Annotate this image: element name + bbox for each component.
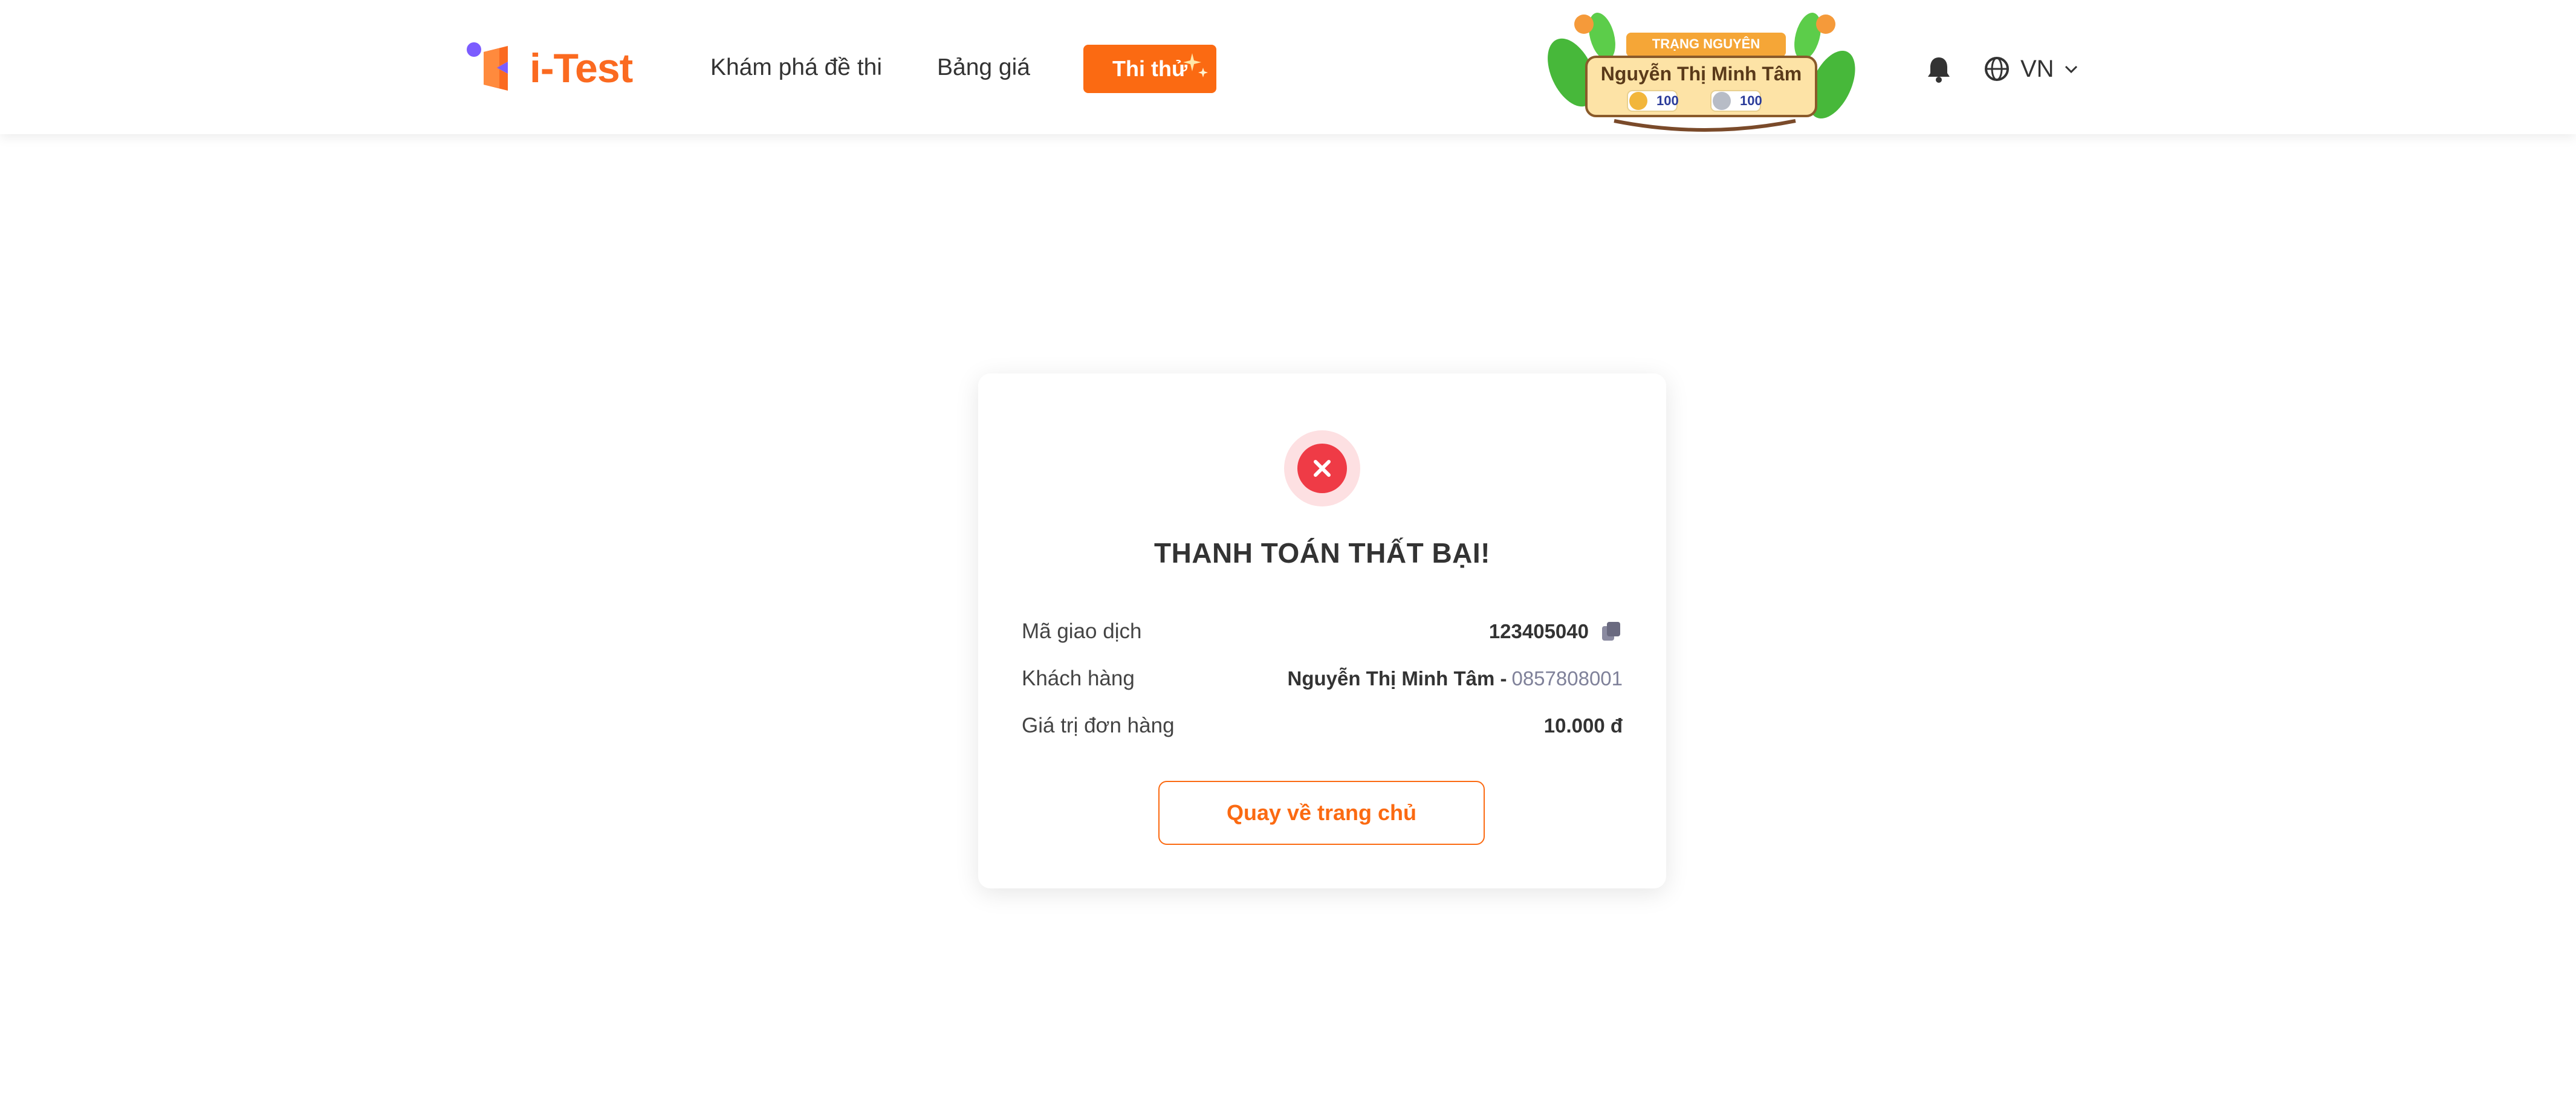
order-value-amount: 10.000 đ bbox=[1543, 714, 1623, 737]
transaction-id-label: Mã giao dịch bbox=[1022, 619, 1142, 643]
language-selector[interactable]: VN bbox=[1984, 52, 2080, 86]
customer-name-value: Nguyễn Thị Minh Tâm - bbox=[1287, 667, 1507, 690]
badge-user-name: Nguyễn Thị Minh Tâm bbox=[1600, 63, 1802, 85]
trial-exam-label: Thi thử bbox=[1112, 56, 1188, 81]
logo-mark-icon bbox=[467, 42, 508, 91]
order-value-label: Giá trị đơn hàng bbox=[1022, 714, 1175, 737]
trial-exam-button[interactable]: Thi thử bbox=[1083, 45, 1216, 93]
chevron-down-icon bbox=[2065, 65, 2077, 74]
badge-rank-title: TRẠNG NGUYÊN bbox=[1652, 36, 1760, 51]
brand-logo[interactable]: i-Test bbox=[466, 41, 633, 95]
bell-icon[interactable] bbox=[1926, 56, 1951, 83]
customer-phone-value: 0857808001 bbox=[1511, 667, 1623, 690]
customer-label: Khách hàng bbox=[1022, 667, 1135, 690]
back-to-home-button[interactable]: Quay về trang chủ bbox=[1158, 781, 1485, 845]
user-rank-badge[interactable]: TRẠNG NGUYÊN Nguyễn Thị Minh Tâm 100 100 bbox=[1548, 0, 1862, 134]
gold-coin-count: 100 bbox=[1656, 93, 1679, 108]
top-navbar: i-Test Khám phá đề thi Bảng giá Thi thử … bbox=[0, 0, 2576, 134]
copy-icon[interactable] bbox=[1600, 620, 1623, 643]
payment-failed-title: THANH TOÁN THẤT BẠI! bbox=[1154, 537, 1490, 569]
silver-coin-count: 100 bbox=[1740, 93, 1762, 108]
language-code: VN bbox=[2020, 55, 2054, 82]
sparkle-icon bbox=[1183, 53, 1208, 77]
transaction-id-value: 123405040 bbox=[1488, 620, 1589, 642]
error-status-indicator bbox=[1284, 430, 1360, 506]
payment-result-card: THANH TOÁN THẤT BẠI! Mã giao dịch 123405… bbox=[978, 373, 1666, 888]
close-icon bbox=[1314, 460, 1331, 477]
globe-icon bbox=[1985, 57, 2009, 81]
transaction-id-row: Mã giao dịch 123405040 bbox=[1022, 615, 1623, 648]
order-value-row: Giá trị đơn hàng 10.000 đ bbox=[1022, 710, 1623, 742]
nav-explore-exams[interactable]: Khám phá đề thi bbox=[710, 50, 882, 86]
customer-row: Khách hàng Nguyễn Thị Minh Tâm - 0857808… bbox=[1022, 662, 1623, 695]
nav-pricing[interactable]: Bảng giá bbox=[937, 50, 1030, 86]
logo-text: i-Test bbox=[530, 45, 633, 91]
